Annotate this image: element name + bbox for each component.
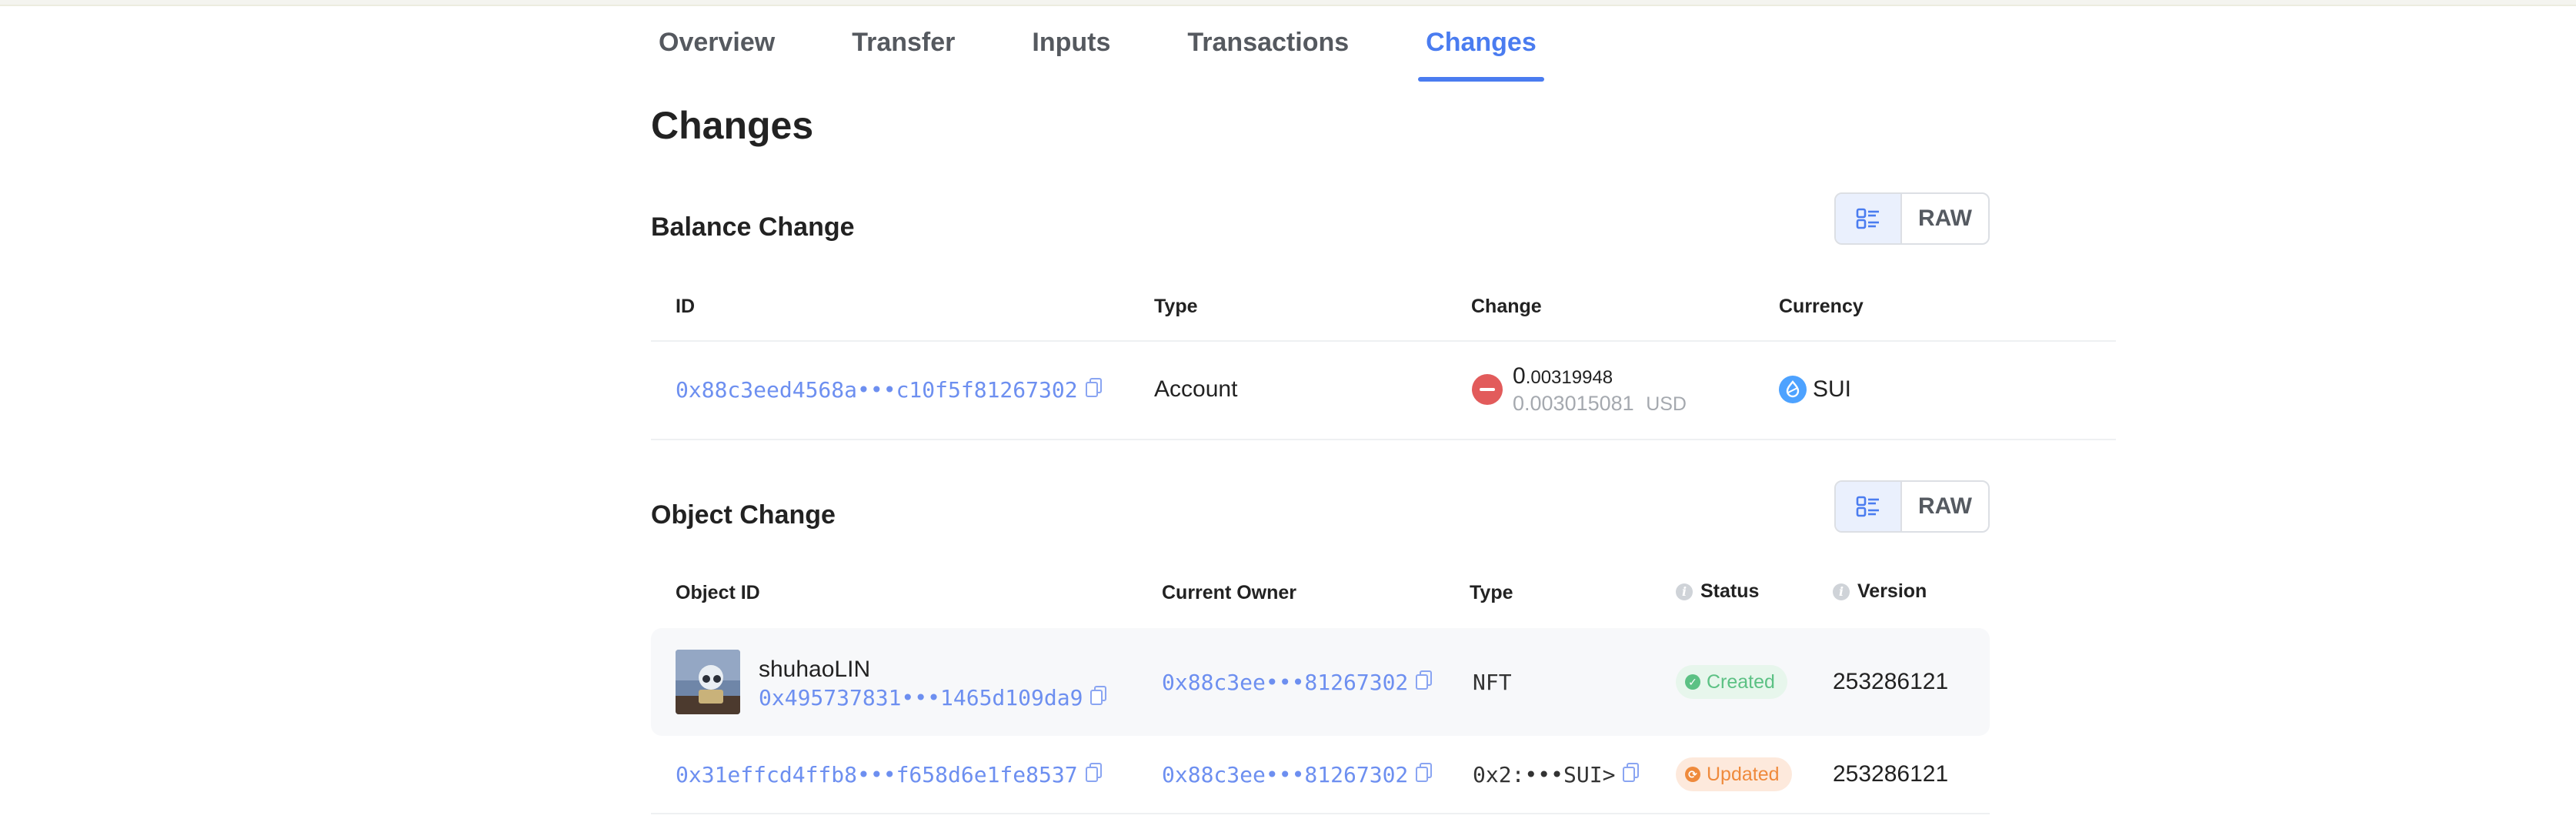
balance-view-toggle: RAW bbox=[1834, 192, 1990, 245]
currency-label: SUI bbox=[1813, 376, 1852, 402]
tab-bar: Overview Transfer Inputs Transactions Ch… bbox=[651, 18, 1606, 82]
raw-view-button[interactable]: RAW bbox=[1902, 194, 1988, 243]
object-row1-id: shuhaoLIN 0x495737831•••1465d109da9 bbox=[676, 650, 1107, 714]
object-row2-type: 0x2:•••SUI> bbox=[1473, 759, 1640, 790]
balance-row-currency: SUI bbox=[1779, 374, 1851, 405]
balance-id-link[interactable]: 0x88c3eed4568a•••c10f5f81267302 bbox=[676, 377, 1078, 403]
copy-icon[interactable] bbox=[1416, 670, 1433, 694]
object-row1-status: ✓ Created bbox=[1676, 665, 1787, 699]
list-view-button[interactable] bbox=[1836, 482, 1902, 531]
object-id-link[interactable]: 0x31effcd4ffb8•••f658d6e1fe8537 bbox=[676, 762, 1078, 787]
copy-icon[interactable] bbox=[1085, 762, 1103, 787]
divider bbox=[651, 439, 2116, 440]
col-header-current-owner: Current Owner bbox=[1162, 582, 1297, 603]
copy-icon[interactable] bbox=[1623, 762, 1640, 787]
check-icon: ✓ bbox=[1685, 674, 1700, 690]
tab-changes[interactable]: Changes bbox=[1418, 18, 1544, 82]
tab-transfer[interactable]: Transfer bbox=[844, 18, 963, 80]
status-badge: ✓ Created bbox=[1676, 665, 1787, 699]
nft-name: shuhaoLIN bbox=[759, 656, 871, 682]
copy-icon[interactable] bbox=[1090, 685, 1107, 710]
object-row1-type: NFT bbox=[1473, 669, 1512, 695]
owner-link[interactable]: 0x88c3ee•••81267302 bbox=[1162, 670, 1408, 695]
col-header-change: Change bbox=[1471, 296, 1542, 317]
tab-transactions[interactable]: Transactions bbox=[1180, 18, 1356, 80]
balance-change-title: Balance Change bbox=[651, 212, 855, 242]
nft-thumbnail[interactable] bbox=[676, 650, 740, 714]
col-header-version: i Version bbox=[1833, 580, 1927, 603]
info-icon[interactable]: i bbox=[1833, 583, 1850, 600]
update-icon: ⟳ bbox=[1685, 767, 1700, 782]
type-value: 0x2:•••SUI> bbox=[1473, 761, 1616, 787]
change-amount-int: 0 bbox=[1513, 363, 1526, 389]
status-label: Created bbox=[1707, 670, 1775, 693]
object-change-title: Object Change bbox=[651, 500, 836, 530]
owner-link[interactable]: 0x88c3ee•••81267302 bbox=[1162, 762, 1408, 787]
raw-view-button[interactable]: RAW bbox=[1902, 482, 1988, 531]
object-row2-status: ⟳ Updated bbox=[1676, 757, 1792, 791]
object-id-link[interactable]: 0x495737831•••1465d109da9 bbox=[759, 685, 1083, 710]
object-row1-owner: 0x88c3ee•••81267302 bbox=[1162, 667, 1433, 697]
col-header-currency: Currency bbox=[1779, 296, 1864, 317]
copy-icon[interactable] bbox=[1085, 377, 1103, 402]
info-icon[interactable]: i bbox=[1676, 583, 1693, 600]
status-label: Updated bbox=[1707, 763, 1780, 785]
divider bbox=[651, 340, 2116, 342]
minus-circle-icon bbox=[1472, 374, 1503, 405]
object-view-toggle: RAW bbox=[1834, 480, 1990, 533]
status-badge: ⟳ Updated bbox=[1676, 757, 1792, 791]
tab-overview[interactable]: Overview bbox=[651, 18, 782, 80]
col-header-object-id: Object ID bbox=[676, 582, 760, 603]
balance-row-id: 0x88c3eed4568a•••c10f5f81267302 bbox=[676, 374, 1103, 405]
status-header-label: Status bbox=[1700, 580, 1760, 602]
col-header-type: Type bbox=[1470, 582, 1513, 603]
col-header-type: Type bbox=[1154, 296, 1198, 317]
col-header-status: i Status bbox=[1676, 580, 1759, 603]
object-row2-owner: 0x88c3ee•••81267302 bbox=[1162, 759, 1433, 790]
change-amount-frac: .00319948 bbox=[1525, 366, 1613, 388]
version-header-label: Version bbox=[1857, 580, 1927, 602]
top-border bbox=[0, 0, 2576, 6]
divider bbox=[651, 813, 1990, 814]
list-view-icon bbox=[1856, 496, 1879, 517]
list-view-button[interactable] bbox=[1836, 194, 1902, 243]
object-row2-id: 0x31effcd4ffb8•••f658d6e1fe8537 bbox=[676, 759, 1103, 790]
page-title: Changes bbox=[651, 104, 814, 147]
tab-inputs[interactable]: Inputs bbox=[1024, 18, 1118, 80]
list-view-icon bbox=[1856, 208, 1879, 229]
copy-icon[interactable] bbox=[1416, 762, 1433, 787]
object-row1-version: 253286121 bbox=[1833, 669, 1949, 694]
object-row2-version: 253286121 bbox=[1833, 761, 1949, 787]
balance-row-change: 0.00319948 0.003015081 USD bbox=[1471, 362, 1687, 417]
sui-coin-icon bbox=[1779, 376, 1807, 403]
col-header-id: ID bbox=[676, 296, 695, 317]
balance-row-type: Account bbox=[1154, 376, 1238, 402]
usd-value: 0.003015081 bbox=[1513, 391, 1634, 415]
usd-label: USD bbox=[1646, 393, 1687, 415]
